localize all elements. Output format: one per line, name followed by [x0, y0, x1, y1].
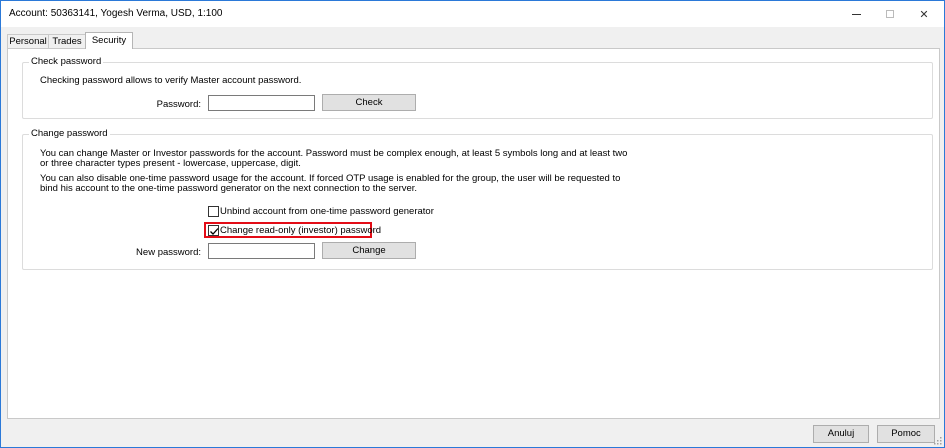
unbind-otp-checkbox[interactable] [208, 206, 219, 217]
change-password-description-line2: or three character types present - lower… [40, 158, 301, 169]
check-password-group: Check password Checking password allows … [22, 56, 933, 119]
otp-description-line2: bind his account to the one-time passwor… [40, 183, 418, 194]
maximize-button[interactable] [873, 1, 907, 27]
check-button[interactable]: Check [322, 94, 416, 111]
new-password-input[interactable] [208, 243, 315, 259]
resize-grip-icon[interactable] [934, 437, 942, 445]
cancel-button[interactable]: Anuluj [813, 425, 869, 443]
title-bar[interactable]: Account: 50363141, Yogesh Verma, USD, 1:… [1, 1, 944, 27]
window-title: Account: 50363141, Yogesh Verma, USD, 1:… [9, 8, 223, 19]
close-button[interactable]: ✕ [907, 1, 941, 27]
change-password-legend: Change password [29, 128, 110, 139]
change-password-group: Change password You can change Master or… [22, 128, 933, 270]
minimize-button[interactable] [839, 1, 873, 27]
minimize-icon [851, 13, 861, 15]
account-dialog: Account: 50363141, Yogesh Verma, USD, 1:… [0, 0, 945, 448]
password-label: Password: [156, 99, 201, 110]
check-password-legend: Check password [29, 56, 104, 67]
investor-password-label[interactable]: Change read-only (investor) password [220, 225, 381, 236]
check-password-description: Checking password allows to verify Maste… [40, 75, 302, 86]
close-icon: ✕ [919, 8, 929, 21]
tab-personal[interactable]: Personal [7, 34, 49, 48]
change-button[interactable]: Change [322, 242, 416, 259]
help-button[interactable]: Pomoc [877, 425, 935, 443]
tab-security[interactable]: Security [85, 32, 133, 49]
password-input[interactable] [208, 95, 315, 111]
tab-trades[interactable]: Trades [48, 34, 86, 48]
security-panel: Check password Checking password allows … [7, 48, 940, 419]
investor-password-checkbox[interactable] [208, 225, 219, 236]
checkmark-icon [210, 228, 219, 235]
unbind-otp-label[interactable]: Unbind account from one-time password ge… [220, 206, 434, 217]
maximize-icon [886, 10, 894, 18]
new-password-label: New password: [136, 247, 201, 258]
